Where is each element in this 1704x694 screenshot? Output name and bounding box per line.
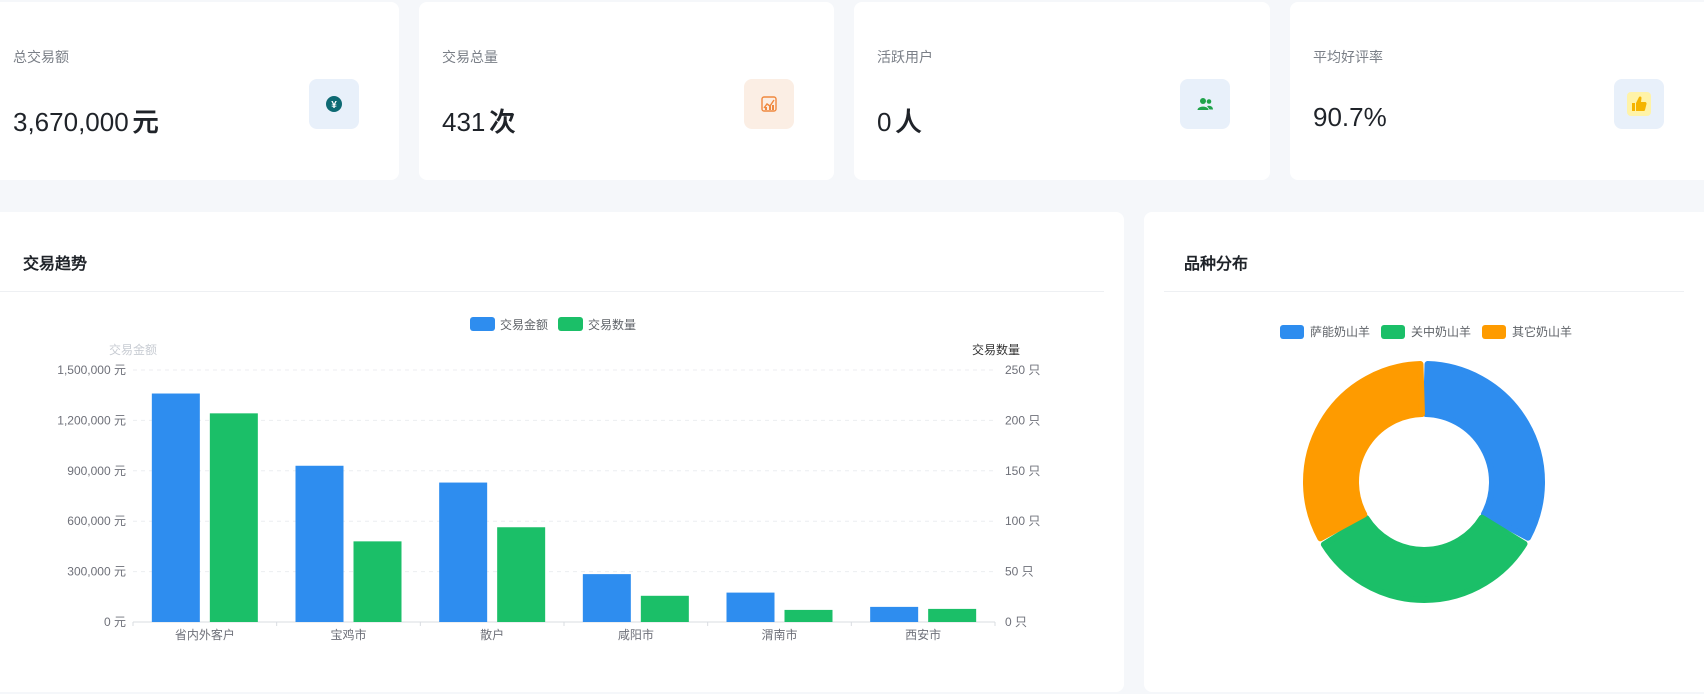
stat-card-total-count: 交易总量 431 次 [419,2,834,180]
stat-label: 平均好评率 [1313,49,1383,65]
bar-amount [582,574,631,622]
stat-value: 90.7% [1313,102,1387,132]
x-tick-label: 咸阳市 [618,627,654,642]
x-tick-label: 宝鸡市 [330,627,366,642]
bar-amount [295,465,344,622]
variety-panel-title: 品种分布 [1184,256,1249,273]
users-icon [1180,79,1230,129]
legend-swatch [470,317,495,331]
y-left-tick-label: 1,500,000 元 [57,363,126,377]
y-right-axis-title: 交易数量 [972,342,1020,357]
x-tick-label: 渭南市 [761,627,797,642]
bar-amount [439,482,488,622]
stat-label: 交易总量 [442,49,498,65]
stat-card-active-users: 活跃用户 0人 [854,2,1270,180]
y-right-tick-label: 100 只 [1005,514,1040,528]
legend-label: 交易数量 [588,317,636,332]
legend-swatch [1280,325,1304,339]
stat-card-rating: 平均好评率 90.7% [1290,2,1704,180]
stat-value: 0人 [877,107,922,137]
legend-swatch [1381,325,1405,339]
svg-text:¥: ¥ [331,100,337,111]
bar-amount [151,393,200,622]
donut-slice [1423,361,1545,541]
y-left-axis-title: 交易金额 [109,342,157,357]
y-left-tick-label: 1,200,000 元 [57,413,126,427]
x-tick-label: 西安市 [905,627,941,642]
variety-panel-divider [1164,291,1684,292]
stat-value: 431 次 [442,107,516,137]
trend-panel-divider [0,291,1104,292]
legend-swatch [558,317,583,331]
stat-label: 总交易额 [13,49,69,65]
y-right-tick-label: 150 只 [1005,464,1040,478]
donut-slice [1320,514,1528,603]
thumbs-up-icon [1614,79,1664,129]
legend-label: 关中奶山羊 [1411,324,1471,339]
legend-label: 萨能奶山羊 [1310,324,1370,339]
bar-count [928,608,977,622]
bar-count [784,609,833,622]
x-tick-label: 散户 [480,627,504,642]
legend-label: 其它奶山羊 [1512,324,1572,339]
bar-count [353,541,402,622]
legend-label: 交易金额 [500,317,548,332]
y-left-tick-label: 300,000 元 [67,565,126,579]
bar-amount [870,606,919,622]
y-right-tick-label: 200 只 [1005,413,1040,427]
trend-bar-chart: 交易金额 交易数量交易金额 交易数量0 元0 只300,000 元 50 只600,0… [57,317,1040,642]
bar-count [497,527,546,622]
trend-chart-icon [744,79,794,129]
x-tick-label: 省内外客户 [175,627,235,642]
variety-donut-chart: 萨能奶山羊 关中奶山羊 其它奶山羊 [1280,324,1572,603]
yuan-icon: ¥ [309,79,359,129]
y-left-tick-label: 900,000 元 [67,464,126,478]
y-right-tick-label: 50 只 [1005,565,1034,579]
stat-label: 活跃用户 [877,49,933,65]
bar-count [209,413,258,622]
trend-panel-title: 交易趋势 [23,256,88,273]
legend-swatch [1482,325,1506,339]
y-left-tick-label: 600,000 元 [67,514,126,528]
donut-slice [1303,361,1425,542]
bar-amount [726,592,775,622]
stat-value: 3,670,000 元 [13,107,159,137]
bar-count [640,595,689,622]
y-right-tick-label: 250 只 [1005,363,1040,377]
y-right-tick-label: 0 只 [1005,615,1027,629]
y-left-tick-label: 0 元 [104,615,126,629]
stat-card-total-amount: 总交易额 3,670,000 元 ¥ [0,2,399,180]
